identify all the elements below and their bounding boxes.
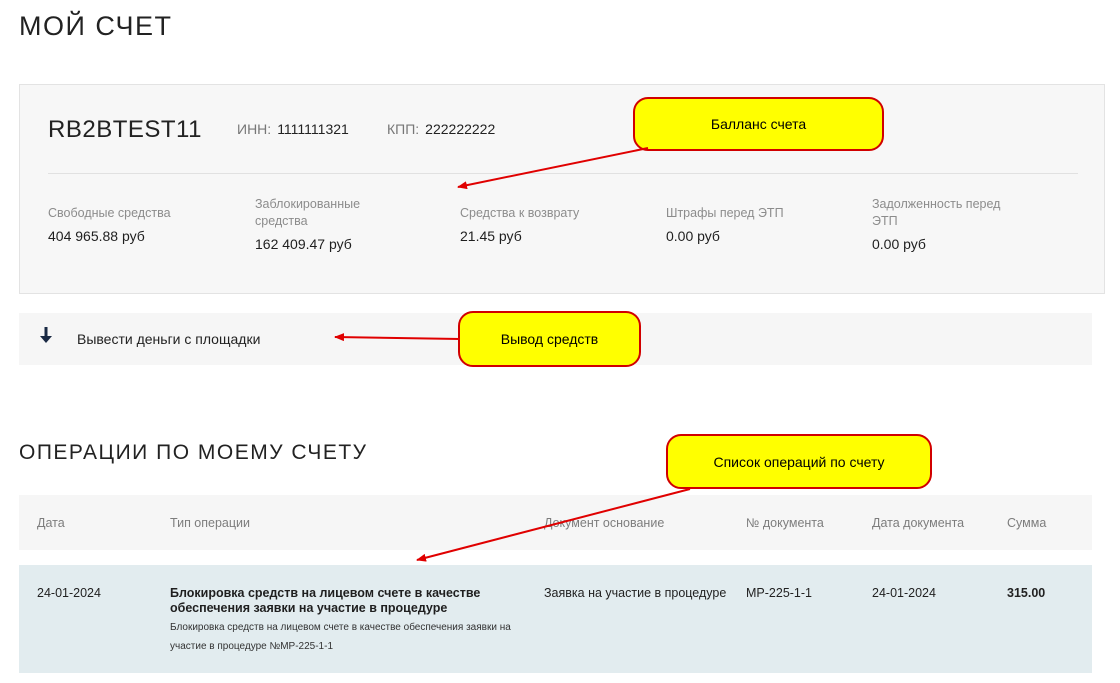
column-header-type: Тип операции (170, 516, 251, 530)
operations-title: ОПЕРАЦИИ ПО МОЕМУ СЧЕТУ (19, 441, 368, 464)
callout-balance: Балланс счета (633, 97, 884, 151)
balance-refund: Средства к возврату 21.45 руб (460, 205, 610, 244)
balance-debt: Задолженность перед ЭТП 0.00 руб (872, 196, 1022, 252)
balance-label: Задолженность перед ЭТП (872, 197, 1001, 228)
column-header-date: Дата (37, 516, 65, 530)
balance-value: 21.45 руб (460, 228, 522, 244)
balance-label: Свободные средства (48, 206, 171, 220)
operations-table-header: Дата Тип операции Документ основание № д… (19, 495, 1092, 550)
kpp-label: КПП: (387, 121, 420, 137)
table-row[interactable]: 24-01-2024 Блокировка средств на лицевом… (19, 565, 1092, 673)
balance-value: 0.00 руб (872, 236, 926, 252)
callout-operations: Список операций по счету (666, 434, 932, 489)
arrow-down-icon (40, 327, 52, 343)
account-card: RB2BTEST11 ИНН: 1111111321 КПП: 222222222 … (19, 84, 1105, 294)
balance-free: Свободные средства 404 965.88 руб (48, 205, 198, 244)
cell-type: Блокировка средств на лицевом счете в ка… (170, 586, 550, 656)
balance-label: Заблокированные средства (255, 197, 361, 228)
card-divider (48, 173, 1078, 174)
column-header-doc-no: № документа (746, 516, 824, 530)
column-header-doc-date: Дата документа (872, 516, 965, 530)
balance-blocked: Заблокированные средства 162 409.47 руб (255, 196, 385, 252)
inn-value: 1111111321 (277, 121, 349, 137)
balance-label: Штрафы перед ЭТП (666, 206, 784, 220)
callout-withdraw: Вывод средств (458, 311, 641, 367)
balance-value: 404 965.88 руб (48, 228, 145, 244)
cell-doc-no: МР-225-1-1 (746, 586, 812, 600)
kpp-value: 222222222 (425, 121, 496, 137)
kpp-field: КПП: 222222222 (387, 121, 495, 137)
cell-doc-date: 24-01-2024 (872, 586, 936, 600)
column-header-basis: Документ основание (544, 516, 665, 530)
balance-value: 0.00 руб (666, 228, 720, 244)
balance-label: Средства к возврату (460, 206, 580, 220)
balance-value: 162 409.47 руб (255, 236, 352, 252)
cell-sum: 315.00 (1007, 586, 1046, 600)
balance-penalties: Штрафы перед ЭТП 0.00 руб (666, 205, 816, 244)
account-name: RB2BTEST11 (48, 116, 202, 143)
operation-type-title: Блокировка средств на лицевом счете в ка… (170, 586, 481, 615)
column-header-sum: Сумма (1007, 516, 1047, 530)
cell-date: 24-01-2024 (37, 586, 101, 600)
operation-type-description: Блокировка средств на лицевом счете в ка… (170, 622, 511, 652)
page-title: МОЙ СЧЕТ (19, 11, 173, 41)
inn-label: ИНН: (237, 121, 272, 137)
inn-field: ИНН: 1111111321 (237, 121, 349, 137)
withdraw-label: Вывести деньги с площадки (77, 331, 261, 347)
cell-basis: Заявка на участие в процедуре (544, 586, 727, 600)
